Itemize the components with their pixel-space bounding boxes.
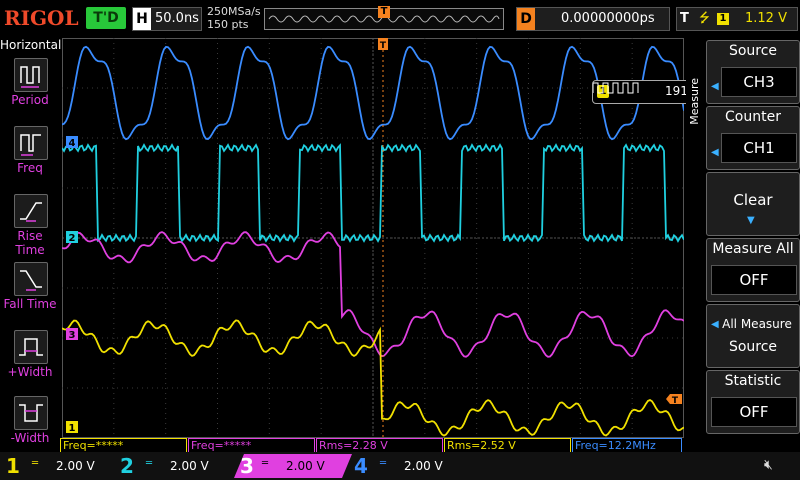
channel-3-status[interactable]: 3 ═ 2.00 V <box>234 454 352 478</box>
selector-arrow-icon: ◀ <box>711 147 719 158</box>
trigger-label: T <box>680 11 689 26</box>
measure-all-softkey[interactable]: Measure All OFF <box>706 238 800 302</box>
dc-coupling-icon: ═ <box>380 458 387 469</box>
channel-scale: 2.00 V <box>56 459 95 473</box>
channel-scale: 2.00 V <box>170 459 209 473</box>
measure-fall-time-button[interactable]: Fall Time <box>2 262 58 326</box>
channel-marker-label: 2 <box>69 233 76 244</box>
trigger-time-marker-label: T <box>380 41 387 51</box>
sample-rate: 250MSa/s <box>207 5 261 18</box>
measurement-result[interactable]: Freq=***** <box>60 438 187 453</box>
measurement-result[interactable]: Rms=2.52 V <box>444 438 571 453</box>
channel-4-status[interactable]: 4 ═ 2.00 V <box>354 454 464 478</box>
waveform-grid: 4 2 3 1 T T <box>62 38 684 438</box>
waveform-display[interactable]: 4231TT 1 191.997kHz <box>62 38 742 438</box>
measure-softkey-panel: Measure Source ◀ CH3 Counter ◀ CH1 Clear… <box>686 38 800 452</box>
menu-title: Horizontal <box>0 38 62 52</box>
counter-value-field: CH1 <box>721 133 797 163</box>
measure-pos-width-button[interactable]: +Width <box>2 330 58 394</box>
trigger-level: 1.12 V <box>745 11 787 26</box>
delay-display[interactable]: D 0.00000000ps <box>516 7 670 31</box>
channel-status-bar: 1 ═ 2.00 V 2 ═ 2.00 V 3 ═ 2.00 V 4 ═ 2.0… <box>0 452 800 480</box>
freq-icon <box>14 126 48 160</box>
delay-value: 0.00000000ps <box>561 11 655 26</box>
rising-edge-icon: ⭍ <box>699 11 710 26</box>
channel-1-status[interactable]: 1 ═ 2.00 V <box>6 454 116 478</box>
clear-softkey[interactable]: Clear ▼ <box>706 172 800 236</box>
square-wave-icon <box>593 82 639 94</box>
channel-scale: 2.00 V <box>286 459 325 473</box>
trigger-display[interactable]: T ⭍ 1 1.12 V <box>676 7 798 31</box>
source-value: CH3 <box>721 67 797 97</box>
menu-side-tab: Measure <box>686 38 704 452</box>
timebase-display[interactable]: H 50.0ns <box>132 7 202 31</box>
selector-arrow-icon: ◀ <box>711 81 719 92</box>
measure-rise-time-button[interactable]: Rise Time <box>2 194 58 258</box>
delay-label: D <box>517 8 535 30</box>
dc-coupling-icon: ═ <box>262 458 269 469</box>
statistic-softkey[interactable]: Statistic OFF <box>706 370 800 434</box>
sample-info: 250MSa/s 150 pts <box>207 5 261 31</box>
top-status-bar: RIGOL T'D H 50.0ns 250MSa/s 150 pts T D … <box>0 0 800 36</box>
memory-depth: 150 pts <box>207 18 249 31</box>
channel-marker-label: 4 <box>69 138 76 149</box>
horizontal-label: H <box>133 8 151 30</box>
measurement-result[interactable]: Freq=***** <box>188 438 315 453</box>
trigger-position-marker[interactable]: T <box>378 6 390 18</box>
channel-marker-label: 3 <box>69 330 76 341</box>
neg-width-icon <box>14 396 48 430</box>
dc-coupling-icon: ═ <box>146 458 153 469</box>
pos-width-icon <box>14 330 48 364</box>
trigger-level-marker-label: T <box>672 396 679 406</box>
horizontal-measure-menu: Horizontal Period Freq Rise Time Fall Ti… <box>0 38 62 452</box>
channel-2-status[interactable]: 2 ═ 2.00 V <box>120 454 230 478</box>
measure-freq-button[interactable]: Freq <box>2 126 58 190</box>
counter-softkey[interactable]: Counter ◀ CH1 <box>706 106 800 170</box>
rigol-logo: RIGOL <box>4 6 79 30</box>
all-measure-source-softkey[interactable]: ◀ All Measure Source <box>706 304 800 368</box>
dc-coupling-icon: ═ <box>32 458 39 469</box>
measurement-result[interactable]: Freq=12.2MHz <box>572 438 682 453</box>
speaker-mute-icon[interactable]: 🔇︎ <box>764 457 773 473</box>
measure-all-value: OFF <box>711 265 797 295</box>
rise-time-icon <box>14 194 48 228</box>
measure-neg-width-button[interactable]: -Width <box>2 396 58 460</box>
chevron-down-icon: ▼ <box>747 215 755 226</box>
measure-menu-label: Measure <box>688 78 701 125</box>
channel-scale: 2.00 V <box>404 459 443 473</box>
measurement-result[interactable]: Rms=2.28 V <box>316 438 443 453</box>
statistic-value: OFF <box>711 397 797 427</box>
period-icon <box>14 58 48 92</box>
measurement-results-bar: Freq=***** Freq=***** Rms=2.28 V Rms=2.5… <box>60 438 684 453</box>
measure-period-button[interactable]: Period <box>2 58 58 122</box>
timebase-value: 50.0ns <box>155 11 199 26</box>
run-status-badge[interactable]: T'D <box>86 7 126 29</box>
trigger-channel: 1 <box>717 13 729 25</box>
channel-marker-label: 1 <box>69 423 76 434</box>
source-softkey[interactable]: Source ◀ CH3 <box>706 40 800 104</box>
fall-time-icon <box>14 262 48 296</box>
